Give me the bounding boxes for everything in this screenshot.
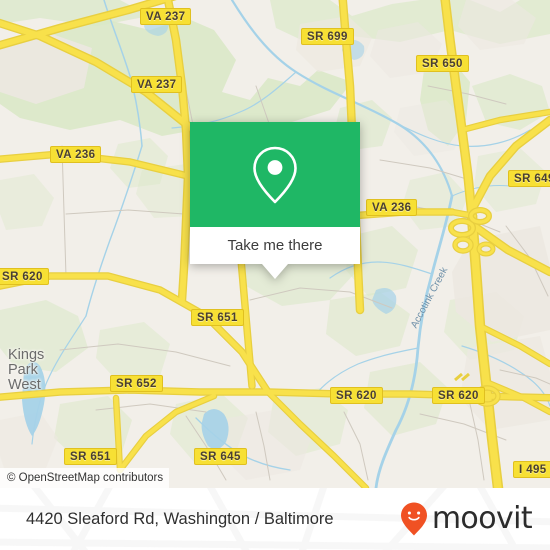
road-shield-sr-650[interactable]: SR 650 bbox=[416, 55, 469, 72]
map-screen: .g{fill:#d9e8c6} .res{fill:#ece8e1} .wtr… bbox=[0, 0, 550, 550]
road-shield-sr-652[interactable]: SR 652 bbox=[110, 375, 163, 392]
road-shield-sr-620-west[interactable]: SR 620 bbox=[0, 268, 49, 285]
road-shield-va-237-south[interactable]: VA 237 bbox=[131, 76, 183, 93]
osm-attribution[interactable]: © OpenStreetMap contributors bbox=[0, 468, 170, 488]
road-shield-va-237-north[interactable]: VA 237 bbox=[140, 8, 192, 25]
road-shield-sr-620-center[interactable]: SR 620 bbox=[330, 387, 383, 404]
take-me-there-button[interactable]: Take me there bbox=[227, 237, 322, 254]
place-label-kings-park-west: Kings Park West bbox=[8, 347, 45, 393]
location-pin-icon bbox=[253, 146, 297, 203]
popup-footer[interactable]: Take me there bbox=[190, 227, 360, 264]
map-canvas[interactable]: .g{fill:#d9e8c6} .res{fill:#ece8e1} .wtr… bbox=[0, 0, 550, 488]
road-shield-sr-649[interactable]: SR 649 bbox=[508, 170, 550, 187]
road-shield-va-236-east[interactable]: VA 236 bbox=[366, 199, 418, 216]
road-shield-sr-651-south[interactable]: SR 651 bbox=[64, 448, 117, 465]
moovit-pin-icon bbox=[400, 502, 427, 536]
road-shield-sr-651-north[interactable]: SR 651 bbox=[191, 309, 244, 326]
road-shield-sr-699[interactable]: SR 699 bbox=[301, 28, 354, 45]
road-shield-sr-645[interactable]: SR 645 bbox=[194, 448, 247, 465]
road-shield-sr-620-east[interactable]: SR 620 bbox=[432, 387, 485, 404]
road-shield-i-495[interactable]: I 495 bbox=[513, 461, 550, 478]
moovit-wordmark: moovit bbox=[431, 501, 533, 536]
location-popup-card[interactable]: Take me there bbox=[190, 122, 360, 279]
popup-pointer-tail bbox=[262, 264, 288, 279]
moovit-logo[interactable]: moovit bbox=[399, 488, 533, 550]
road-shield-va-236-west[interactable]: VA 236 bbox=[50, 146, 102, 163]
popup-header bbox=[190, 122, 360, 227]
footer-bar: 4420 Sleaford Rd, Washington / Baltimore… bbox=[0, 488, 550, 550]
address-label: 4420 Sleaford Rd, Washington / Baltimore bbox=[26, 509, 334, 528]
